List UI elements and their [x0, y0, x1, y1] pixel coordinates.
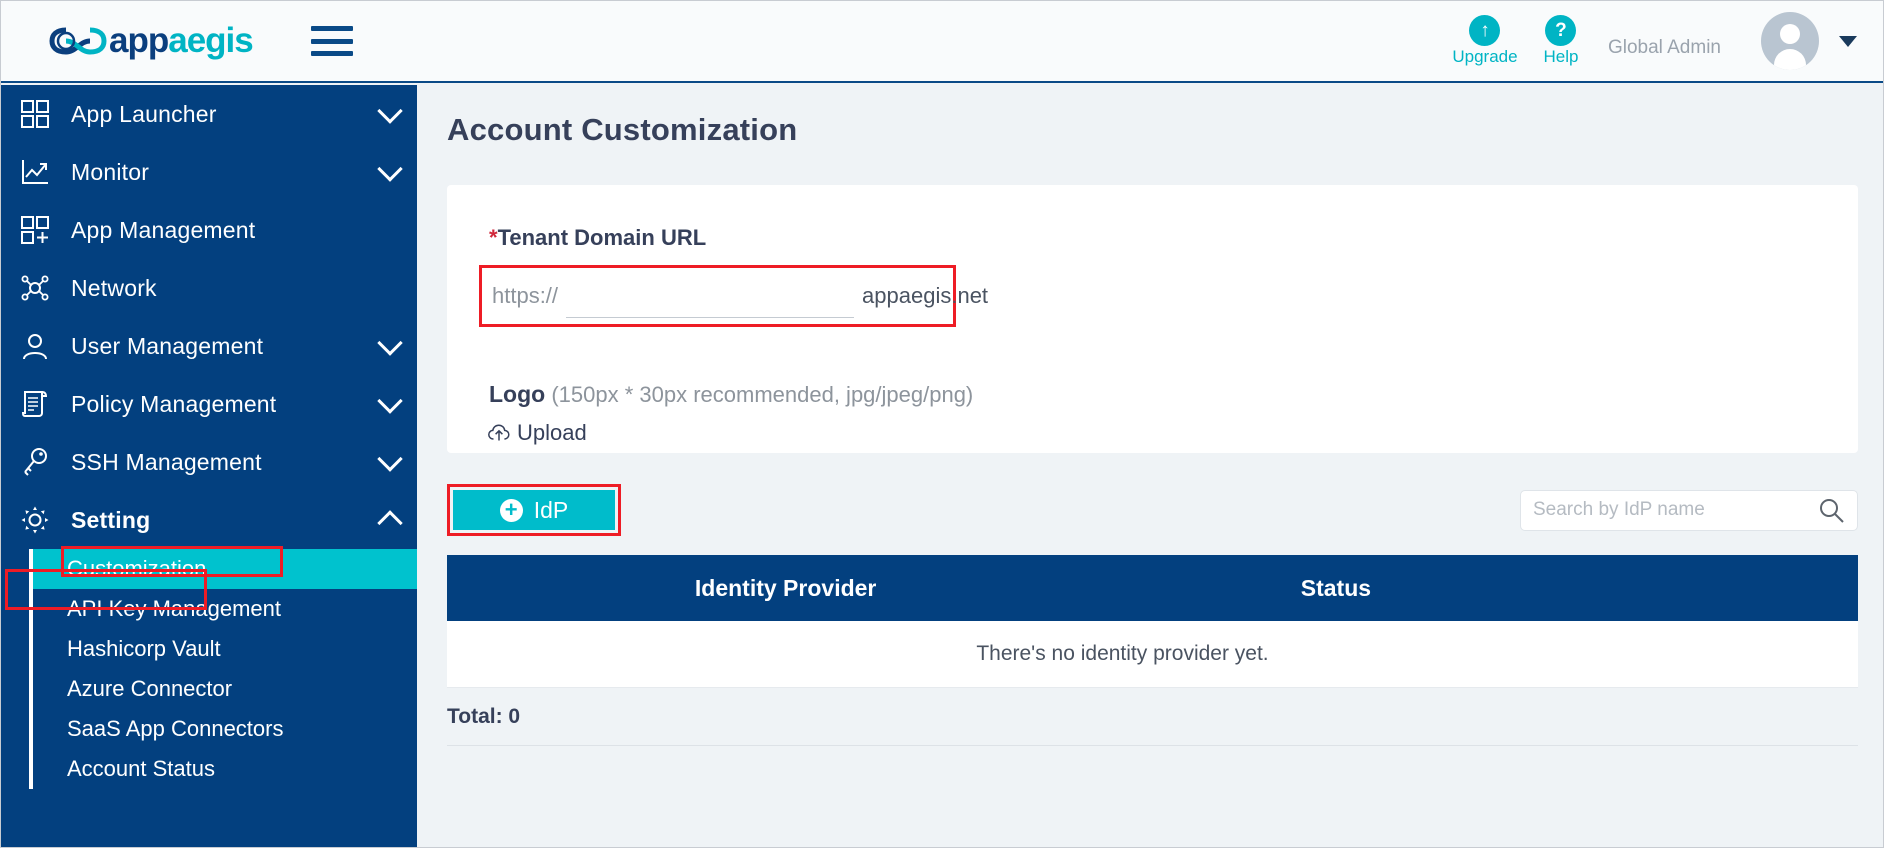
user-avatar-icon[interactable] — [1761, 12, 1819, 70]
chevron-down-icon[interactable] — [1839, 35, 1857, 47]
sidebar-subitem-label: API Key Management — [67, 596, 282, 621]
sidebar-item-label: Policy Management — [71, 390, 277, 417]
user-role-label: Global Admin — [1607, 37, 1721, 58]
sidebar-item-monitor[interactable]: Monitor — [1, 143, 417, 201]
search-icon[interactable] — [1818, 497, 1845, 524]
chevron-down-icon[interactable] — [377, 446, 403, 472]
logo-hint: (150px * 30px recommended, jpg/jpeg/png) — [551, 382, 974, 407]
tenant-domain-input[interactable] — [566, 278, 855, 318]
hamburger-bar — [310, 51, 353, 56]
sidebar-item-ssh-management[interactable]: SSH Management — [1, 433, 417, 491]
sidebar-item-azure-connector[interactable]: Azure Connector — [29, 669, 417, 709]
chevron-up-icon[interactable] — [377, 510, 403, 536]
sidebar-nav: App Launcher Monitor App Management Netw… — [1, 85, 417, 847]
add-idp-label: IdP — [533, 496, 569, 523]
sidebar-item-label: App Launcher — [71, 100, 217, 127]
hamburger-menu-icon[interactable] — [310, 26, 353, 56]
sidebar-item-saas-app-connectors[interactable]: SaaS App Connectors — [29, 709, 417, 749]
gear-icon — [15, 503, 55, 537]
column-header-identity-provider: Identity Provider — [694, 574, 877, 601]
user-icon — [15, 329, 55, 363]
empty-state-message: There's no identity provider yet. — [976, 642, 1269, 665]
table-empty-row: There's no identity provider yet. — [447, 621, 1858, 688]
main-content: Account Customization *Tenant Domain URL… — [417, 85, 1883, 847]
sidebar-item-label: SSH Management — [71, 448, 262, 475]
idp-search-box[interactable] — [1520, 489, 1858, 531]
brand-name: appaegis — [109, 21, 254, 61]
total-count-label: Total: 0 — [447, 704, 521, 728]
infinity-logo-icon — [49, 27, 107, 55]
logo-section-label: Logo (150px * 30px recommended, jpg/jpeg… — [489, 381, 1858, 408]
upgrade-button[interactable]: ↑ Upgrade — [1452, 15, 1518, 67]
table-header-row: Identity Provider Status — [447, 555, 1858, 621]
logo-label: Logo — [489, 381, 546, 407]
sidebar-item-setting[interactable]: Setting — [1, 491, 417, 549]
plus-circle-icon: + — [499, 498, 523, 522]
chevron-down-icon[interactable] — [377, 156, 403, 182]
search-input[interactable] — [1533, 499, 1818, 521]
brand-text-teal: aegis — [168, 21, 253, 60]
document-scroll-icon — [15, 387, 55, 421]
sidebar-item-api-key-management[interactable]: API Key Management — [29, 589, 417, 629]
sidebar-subitem-label: Customization — [67, 556, 207, 581]
sidebar-item-label: User Management — [71, 332, 264, 359]
sidebar-item-hashicorp-vault[interactable]: Hashicorp Vault — [29, 629, 417, 669]
sidebar-item-user-management[interactable]: User Management — [1, 317, 417, 375]
tenant-domain-label-text: Tenant Domain URL — [497, 225, 707, 250]
domain-suffix: appaegis.net — [862, 283, 989, 308]
required-asterisk: * — [489, 225, 498, 250]
sidebar-item-policy-management[interactable]: Policy Management — [1, 375, 417, 433]
sidebar-item-customization[interactable]: Customization — [29, 549, 417, 589]
highlight-box-idp: + IdP — [447, 484, 621, 536]
help-label: Help — [1543, 47, 1579, 66]
sidebar-item-account-status[interactable]: Account Status — [29, 749, 417, 789]
help-button[interactable]: ? Help — [1528, 15, 1594, 67]
sidebar-submenu-setting: Customization API Key Management Hashico… — [1, 549, 417, 789]
customization-card: *Tenant Domain URL https:// appaegis.net… — [447, 185, 1858, 453]
sidebar-item-label: Setting — [71, 506, 151, 533]
sidebar-subitem-label: Account Status — [67, 756, 215, 781]
sidebar-item-label: App Management — [71, 216, 256, 243]
question-mark-icon: ? — [1545, 15, 1577, 46]
hamburger-bar — [310, 26, 353, 31]
header-actions: ↑ Upgrade ? Help Global Admin — [1452, 1, 1883, 82]
sidebar-item-app-management[interactable]: App Management — [1, 201, 417, 259]
idp-toolbar: + IdP — [447, 481, 1858, 539]
protocol-prefix: https:// — [492, 283, 559, 308]
key-icon — [15, 445, 55, 479]
tenant-domain-label: *Tenant Domain URL — [489, 225, 1858, 251]
idp-table: Identity Provider Status There's no iden… — [447, 555, 1858, 746]
upgrade-label: Upgrade — [1452, 47, 1518, 66]
sidebar-item-network[interactable]: Network — [1, 259, 417, 317]
top-header: appaegis ↑ Upgrade ? Help Global Admin — [1, 1, 1883, 83]
chevron-down-icon[interactable] — [377, 98, 403, 124]
tenant-domain-field-wrapper: https:// appaegis.net — [479, 265, 988, 327]
chevron-down-icon[interactable] — [377, 330, 403, 356]
chevron-down-icon[interactable] — [377, 388, 403, 414]
brand-logo[interactable]: appaegis — [49, 21, 254, 61]
grid-plus-icon — [15, 213, 55, 247]
column-header-status: Status — [1300, 574, 1372, 601]
page-title: Account Customization — [447, 112, 798, 147]
sidebar-subitem-label: Hashicorp Vault — [67, 636, 221, 661]
avatar-silhouette — [1761, 12, 1819, 70]
hamburger-bar — [310, 38, 353, 44]
grid-icon — [15, 97, 55, 131]
app-window: appaegis ↑ Upgrade ? Help Global Admin A… — [0, 0, 1884, 848]
sidebar-item-app-launcher[interactable]: App Launcher — [1, 85, 417, 143]
network-nodes-icon — [15, 271, 55, 305]
sidebar-subitem-label: Azure Connector — [67, 676, 233, 701]
sidebar-subitem-label: SaaS App Connectors — [67, 716, 284, 741]
sidebar-item-label: Network — [71, 274, 157, 301]
add-idp-button[interactable]: + IdP — [453, 490, 615, 530]
logo-upload-button[interactable]: Upload — [487, 420, 1858, 446]
cloud-upload-icon — [488, 424, 510, 441]
upload-label: Upload — [517, 420, 587, 445]
sidebar-item-label: Monitor — [71, 158, 150, 185]
chart-line-icon — [15, 155, 55, 189]
table-footer: Total: 0 — [447, 688, 1858, 746]
brand-text-dark: app — [109, 21, 169, 60]
arrow-up-icon: ↑ — [1469, 15, 1501, 46]
